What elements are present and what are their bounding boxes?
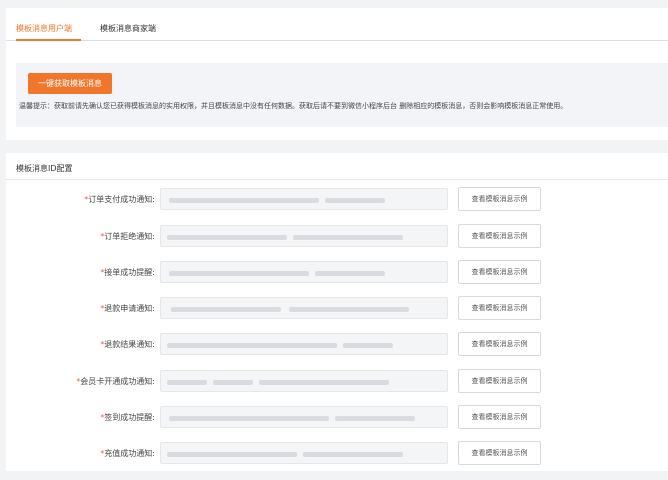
tab-user-side[interactable]: 模板消息用户端	[16, 23, 72, 34]
field-label-text: 退款结果通知:	[104, 340, 155, 349]
masked-value	[167, 235, 287, 240]
field-label: *签到成功提醒:	[100, 412, 155, 423]
active-tab-indicator	[16, 39, 81, 41]
view-example-button[interactable]: 查看模板消息示例	[458, 441, 541, 465]
masked-value	[169, 271, 309, 276]
tab-merchant-side[interactable]: 模板消息商家端	[100, 23, 156, 34]
notice-panel: 一键获取模板消息 温馨提示：获取前请先确认您已获得模板消息的实用权限，并且模板消…	[16, 63, 668, 127]
field-label: *充值成功通知:	[100, 448, 155, 459]
view-example-button[interactable]: 查看模板消息示例	[458, 187, 541, 211]
masked-value	[167, 380, 207, 385]
field-label: *接单成功提醒:	[100, 267, 155, 278]
field-label: *退款结果通知:	[100, 339, 155, 350]
view-example-button[interactable]: 查看模板消息示例	[458, 296, 541, 320]
field-label-text: 退款申请通知:	[104, 304, 155, 313]
template-id-input[interactable]	[160, 370, 448, 392]
field-label-text: 会员卡开通成功通知:	[80, 377, 155, 386]
template-id-input[interactable]	[160, 406, 448, 428]
masked-value	[303, 452, 403, 457]
config-row-recharge: *充值成功通知: 查看模板消息示例	[6, 441, 668, 465]
template-id-input[interactable]	[160, 333, 448, 355]
masked-value	[343, 343, 393, 348]
template-id-input[interactable]	[160, 261, 448, 283]
masked-value	[213, 380, 253, 385]
field-label-text: 订单拒绝通知:	[104, 232, 155, 241]
config-row-order-paid: *订单支付成功通知: 查看模板消息示例	[6, 187, 668, 211]
config-row-refund-request: *退款申请通知: 查看模板消息示例	[6, 296, 668, 320]
template-id-input[interactable]	[160, 188, 448, 210]
notice-tip: 温馨提示：获取前请先确认您已获得模板消息的实用权限，并且模板消息中没有任何数据。…	[19, 102, 568, 110]
field-label: *订单拒绝通知:	[100, 231, 155, 242]
field-label-text: 充值成功通知:	[104, 449, 155, 458]
config-row-order-accepted: *接单成功提醒: 查看模板消息示例	[6, 260, 668, 284]
template-id-input[interactable]	[160, 297, 448, 319]
config-row-membership-card: *会员卡开通成功通知: 查看模板消息示例	[6, 369, 668, 393]
template-id-input[interactable]	[160, 225, 448, 247]
field-label-text: 订单支付成功通知:	[88, 195, 155, 204]
masked-value	[169, 416, 329, 421]
template-id-input[interactable]	[160, 442, 448, 464]
view-example-button[interactable]: 查看模板消息示例	[458, 405, 541, 429]
masked-value	[293, 235, 403, 240]
config-row-refund-result: *退款结果通知: 查看模板消息示例	[6, 332, 668, 356]
field-label: *会员卡开通成功通知:	[76, 376, 155, 387]
view-example-button[interactable]: 查看模板消息示例	[458, 260, 541, 284]
masked-value	[259, 380, 389, 385]
view-example-button[interactable]: 查看模板消息示例	[458, 369, 541, 393]
tab-bar: 模板消息用户端 模板消息商家端	[6, 8, 668, 41]
field-label: *退款申请通知:	[100, 303, 155, 314]
field-label: *订单支付成功通知:	[84, 194, 155, 205]
view-example-button[interactable]: 查看模板消息示例	[458, 224, 541, 248]
view-example-button[interactable]: 查看模板消息示例	[458, 332, 541, 356]
config-row-order-rejected: *订单拒绝通知: 查看模板消息示例	[6, 224, 668, 248]
field-label-text: 接单成功提醒:	[104, 268, 155, 277]
section-divider	[6, 179, 668, 180]
section-title: 模板消息ID配置	[16, 164, 73, 173]
fetch-template-button[interactable]: 一键获取模板消息	[28, 73, 112, 94]
masked-value	[167, 343, 337, 348]
masked-value	[169, 198, 319, 203]
masked-value	[325, 198, 385, 203]
masked-value	[171, 307, 281, 312]
field-label-text: 签到成功提醒:	[104, 413, 155, 422]
masked-value	[289, 307, 409, 312]
masked-value	[315, 271, 385, 276]
template-tabs-card: 模板消息用户端 模板消息商家端 一键获取模板消息 温馨提示：获取前请先确认您已获…	[6, 8, 668, 140]
template-id-config-card: 模板消息ID配置 *订单支付成功通知: 查看模板消息示例 *订单拒绝通知: 查看…	[6, 153, 668, 471]
masked-value	[167, 452, 297, 457]
config-row-sign-in: *签到成功提醒: 查看模板消息示例	[6, 405, 668, 429]
masked-value	[335, 416, 415, 421]
